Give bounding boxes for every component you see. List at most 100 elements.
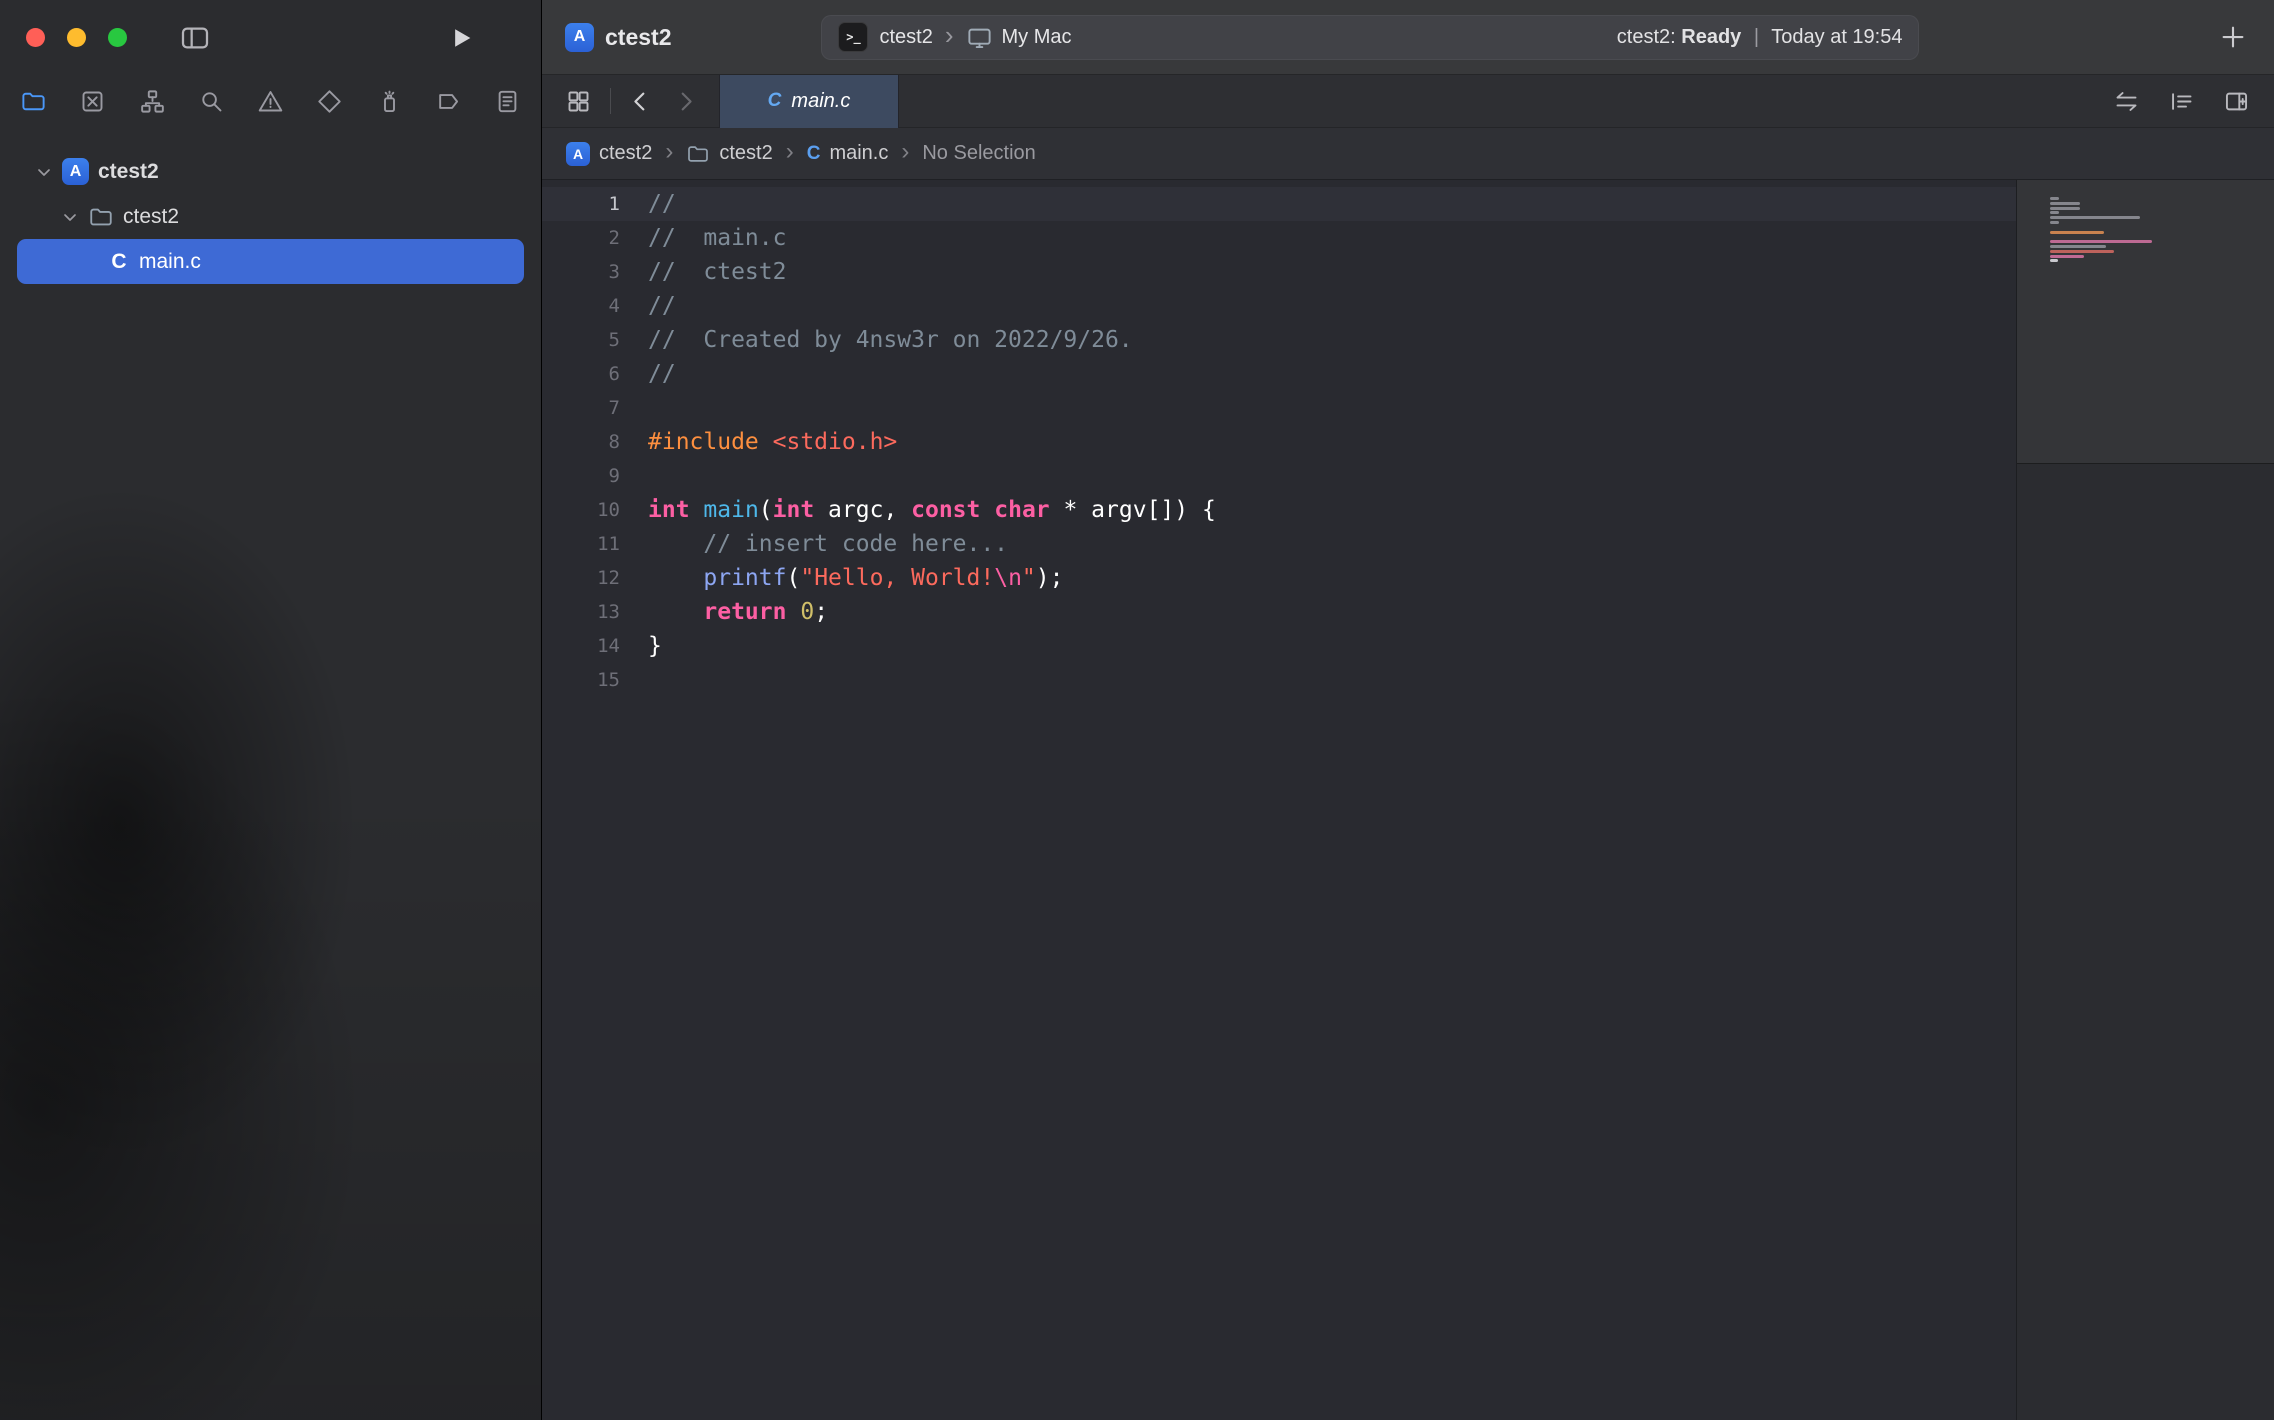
find-navigator-icon[interactable]	[198, 88, 225, 115]
c-file-icon: C	[807, 143, 821, 165]
tab-overview-icon[interactable]	[565, 88, 592, 115]
token-plain	[759, 429, 773, 455]
code-line-10[interactable]: 10int main(int argc, const char * argv[]…	[542, 493, 2016, 527]
tab-main-c[interactable]: C main.c	[719, 75, 899, 128]
breadcrumb-chevron-icon: ›	[773, 138, 807, 166]
token-func-call: printf	[703, 565, 786, 591]
code-area[interactable]: 1//2// main.c3// ctest24//5// Created by…	[542, 180, 2016, 1420]
test-navigator-icon[interactable]	[316, 88, 343, 115]
token-func-def: main	[703, 497, 758, 523]
symbol-navigator-icon[interactable]	[139, 88, 166, 115]
token-keyword: int	[773, 497, 815, 523]
source-control-navigator-icon[interactable]	[79, 88, 106, 115]
breakpoint-navigator-icon[interactable]	[435, 88, 462, 115]
add-editor-icon[interactable]	[2223, 88, 2250, 115]
minimap-line	[2050, 216, 2140, 219]
navigator-sidebar: Actest2 ctest2 Cmain.c	[0, 0, 542, 1420]
code-line-12[interactable]: 12 printf("Hello, World!\n");	[542, 561, 2016, 595]
breadcrumb-segment[interactable]: ctest2	[599, 142, 652, 165]
code-text: int main(int argc, const char * argv[]) …	[648, 493, 1216, 527]
my-mac-icon	[966, 24, 993, 51]
line-number: 15	[542, 663, 620, 697]
minimap[interactable]	[2016, 180, 2274, 1420]
code-text: // insert code here...	[648, 527, 1008, 561]
token-keyword: return	[703, 599, 786, 625]
token-string: "Hello, World!	[800, 565, 994, 591]
run-button[interactable]	[447, 24, 475, 52]
project-icon: A	[566, 142, 590, 166]
minimap-line	[2050, 197, 2059, 200]
code-text: // main.c	[648, 221, 786, 255]
toolbar: A ctest2 >_ ctest2 › My Mac ctest2: Read…	[542, 0, 2274, 75]
tree-item-ctest2[interactable]: Actest2	[17, 149, 524, 194]
window-title: ctest2	[605, 24, 671, 51]
code-line-15[interactable]: 15	[542, 663, 2016, 697]
code-line-8[interactable]: 8#include <stdio.h>	[542, 425, 2016, 459]
sidebar-toolbar	[0, 0, 541, 75]
token-plain	[786, 599, 800, 625]
status-project: ctest2:	[1617, 26, 1676, 48]
adjust-editor-icon[interactable]	[2168, 88, 2195, 115]
code-line-5[interactable]: 5// Created by 4nsw3r on 2022/9/26.	[542, 323, 2016, 357]
debug-navigator-icon[interactable]	[376, 88, 403, 115]
back-chevron-icon[interactable]	[627, 88, 654, 115]
breadcrumb-segment[interactable]: main.c	[829, 142, 888, 165]
token-comment: // insert code here...	[703, 531, 1008, 557]
line-number: 1	[542, 187, 620, 221]
disclosure-chevron-icon[interactable]	[58, 205, 82, 229]
zoom-button[interactable]	[108, 28, 127, 47]
close-button[interactable]	[26, 28, 45, 47]
line-number: 3	[542, 255, 620, 289]
code-text: //	[648, 357, 676, 391]
tree-item-label: ctest2	[123, 205, 179, 229]
issue-navigator-icon[interactable]	[257, 88, 284, 115]
breadcrumb-chevron-icon: ›	[652, 138, 686, 166]
code-line-6[interactable]: 6 //	[542, 357, 2016, 391]
line-number: 6	[542, 357, 620, 391]
activity-view: >_ ctest2 › My Mac ctest2: Ready | Today…	[821, 15, 1919, 60]
editor-wrap: 1//2// main.c3// ctest24//5// Created by…	[542, 180, 2274, 1420]
minimap-line	[2050, 250, 2114, 253]
code-line-4[interactable]: 4//	[542, 289, 2016, 323]
navigator-icon-bar	[0, 75, 541, 128]
minimap-line	[2050, 245, 2106, 248]
code-line-3[interactable]: 3// ctest2	[542, 255, 2016, 289]
code-text: return 0;	[648, 595, 828, 629]
token-plain: argc,	[814, 497, 911, 523]
token-comment: //	[648, 361, 676, 387]
breadcrumb-segment[interactable]: No Selection	[922, 142, 1035, 165]
tree-item-main-c[interactable]: Cmain.c	[17, 239, 524, 284]
code-line-14[interactable]: 14}	[542, 629, 2016, 663]
breadcrumb-segment[interactable]: ctest2	[719, 142, 772, 165]
minimap-line	[2050, 240, 2152, 243]
scheme-destination[interactable]: My Mac	[1002, 26, 1072, 49]
token-keyword: int	[648, 497, 690, 523]
token-keyword: char	[994, 497, 1049, 523]
token-string: <stdio.h>	[773, 429, 898, 455]
project-navigator-icon[interactable]	[20, 88, 47, 115]
code-line-7[interactable]: 7	[542, 391, 2016, 425]
folder-icon	[686, 142, 710, 166]
line-number: 13	[542, 595, 620, 629]
toggle-sidebar-icon[interactable]	[179, 22, 211, 54]
report-navigator-icon[interactable]	[494, 88, 521, 115]
code-line-13[interactable]: 13 return 0;	[542, 595, 2016, 629]
minimize-button[interactable]	[67, 28, 86, 47]
status-text: ctest2: Ready | Today at 19:54	[1617, 26, 1903, 49]
library-plus-icon[interactable]	[2218, 22, 2248, 52]
code-line-9[interactable]: 9	[542, 459, 2016, 493]
code-line-1[interactable]: 1//	[542, 187, 2016, 221]
forward-chevron-icon[interactable]	[672, 88, 699, 115]
token-plain: ;	[814, 599, 828, 625]
tree-item-ctest2[interactable]: ctest2	[17, 194, 524, 239]
scheme-target[interactable]: ctest2	[879, 26, 932, 49]
disclosure-chevron-icon[interactable]	[32, 160, 56, 184]
status-time: Today at 19:54	[1771, 26, 1902, 48]
line-number: 8	[542, 425, 620, 459]
token-plain	[648, 531, 703, 557]
code-review-icon[interactable]	[2113, 88, 2140, 115]
code-line-2[interactable]: 2 // main.c	[542, 221, 2016, 255]
line-number: 2	[542, 221, 620, 255]
code-line-11[interactable]: 11 // insert code here...	[542, 527, 2016, 561]
token-comment: // Created by 4nsw3r on 2022/9/26.	[648, 327, 1133, 353]
